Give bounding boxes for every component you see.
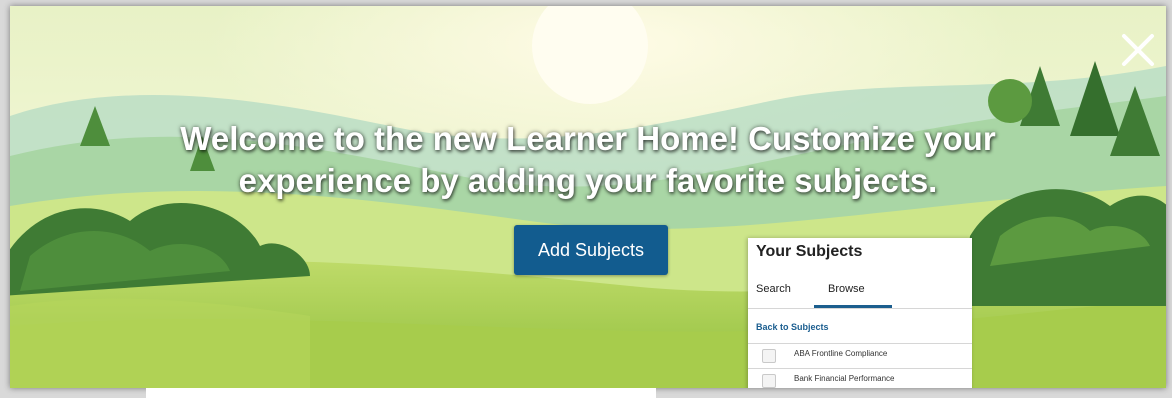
subject-checkbox[interactable] — [762, 374, 776, 388]
panel-title: Your Subjects — [756, 243, 863, 260]
headline-line-2: experience by adding your favorite subje… — [238, 162, 938, 199]
close-icon — [1122, 34, 1154, 66]
close-button[interactable] — [1118, 30, 1158, 70]
active-tab-indicator — [814, 305, 892, 308]
headline-line-1: Welcome to the new Learner Home! Customi… — [180, 120, 996, 157]
subject-tabs: Search Browse — [748, 274, 972, 309]
underlying-page-card — [146, 388, 656, 398]
add-subjects-button[interactable]: Add Subjects — [514, 225, 668, 275]
subject-label: Bank Financial Performance — [794, 374, 895, 383]
subject-item[interactable]: ABA Frontline Compliance — [748, 344, 972, 368]
subject-item[interactable]: Bank Financial Performance — [748, 369, 972, 388]
your-subjects-panel: Your Subjects Search Browse Back to Subj… — [748, 238, 972, 388]
subject-label: ABA Frontline Compliance — [794, 349, 888, 358]
welcome-headline: Welcome to the new Learner Home! Customi… — [10, 118, 1166, 202]
welcome-modal: Welcome to the new Learner Home! Customi… — [10, 6, 1166, 388]
tab-search[interactable]: Search — [756, 283, 791, 295]
tab-browse[interactable]: Browse — [828, 283, 865, 295]
subject-checkbox[interactable] — [762, 349, 776, 363]
back-to-subjects-link[interactable]: Back to Subjects — [756, 322, 829, 332]
